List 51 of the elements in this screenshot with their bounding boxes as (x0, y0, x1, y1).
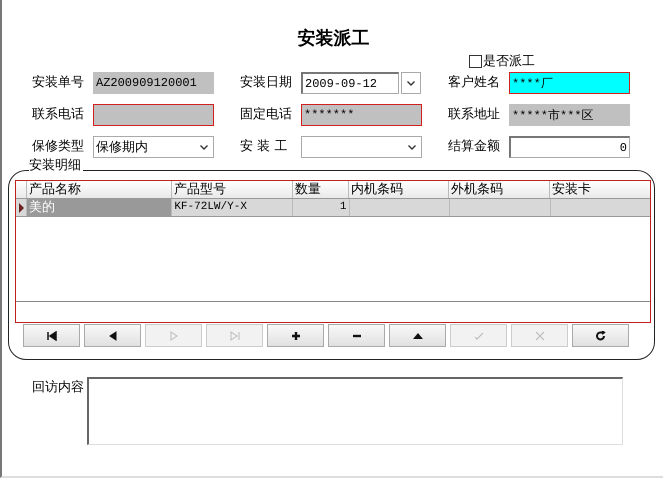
field-label: 联系电话 (32, 106, 85, 124)
dropdown[interactable]: 保修期内 (93, 136, 214, 158)
input-field[interactable]: ****厂 (509, 72, 630, 94)
field-label: 客户姓名 (448, 74, 501, 92)
cross-icon (534, 330, 546, 340)
column-header[interactable]: 外机条码 (448, 181, 549, 198)
field-label: 保修类型 (32, 138, 85, 156)
field-label: 结算金额 (448, 138, 501, 156)
amount-field[interactable]: 0 (509, 136, 630, 158)
up-triangle-icon (412, 330, 424, 340)
refresh-button[interactable] (572, 324, 629, 347)
plus-icon (290, 330, 302, 340)
insert-button[interactable] (267, 324, 324, 347)
field-label: 固定电话 (240, 106, 293, 124)
column-header[interactable]: 产品名称 (26, 181, 171, 198)
dispatch-checkbox[interactable]: 是否派工 (469, 52, 535, 70)
refresh-icon (594, 330, 606, 340)
field-label: 安装日期 (240, 74, 293, 92)
first-record-icon (46, 330, 58, 340)
input-field[interactable]: *****市***区 (509, 104, 630, 126)
dropdown-caret-icon (408, 144, 416, 150)
table-cell: KF-72LW/Y-X (171, 199, 292, 216)
field-label: 回访内容 (32, 379, 84, 397)
table-cell: 1 (292, 199, 348, 216)
column-header[interactable]: 内机条码 (348, 181, 448, 198)
dropdown-caret-icon (407, 80, 415, 86)
checkmark-icon (472, 330, 484, 340)
table-row[interactable]: 美的 KF-72LW/Y-X 1 (16, 199, 650, 217)
column-header[interactable]: 安装卡 (549, 181, 649, 198)
input-field[interactable] (93, 104, 214, 126)
followup-field[interactable] (87, 377, 623, 445)
group-title: 安装明细 (29, 159, 83, 173)
dropdown-caret-icon (200, 144, 208, 150)
form-title: 安装派工 (296, 27, 370, 50)
field-label: 安 装 工 (240, 138, 288, 156)
previous-button[interactable] (84, 324, 141, 347)
column-header[interactable]: 数量 (292, 181, 348, 198)
field-label: 安装单号 (32, 74, 85, 92)
input-field[interactable]: ******* (301, 104, 422, 126)
first-button[interactable] (23, 324, 80, 347)
row-indicator-icon (18, 202, 24, 212)
previous-icon (106, 330, 118, 340)
date-field[interactable]: 2009-09-12 (301, 72, 399, 94)
field-label: 联系地址 (448, 106, 501, 124)
next-icon (168, 330, 180, 340)
last-record-icon (228, 330, 240, 340)
table-cell: 美的 (26, 199, 172, 216)
input-field[interactable]: AZ200909120001 (93, 72, 214, 94)
edit-button[interactable] (389, 324, 446, 347)
column-header[interactable]: 产品型号 (171, 181, 292, 198)
date-picker-button[interactable] (401, 72, 421, 94)
